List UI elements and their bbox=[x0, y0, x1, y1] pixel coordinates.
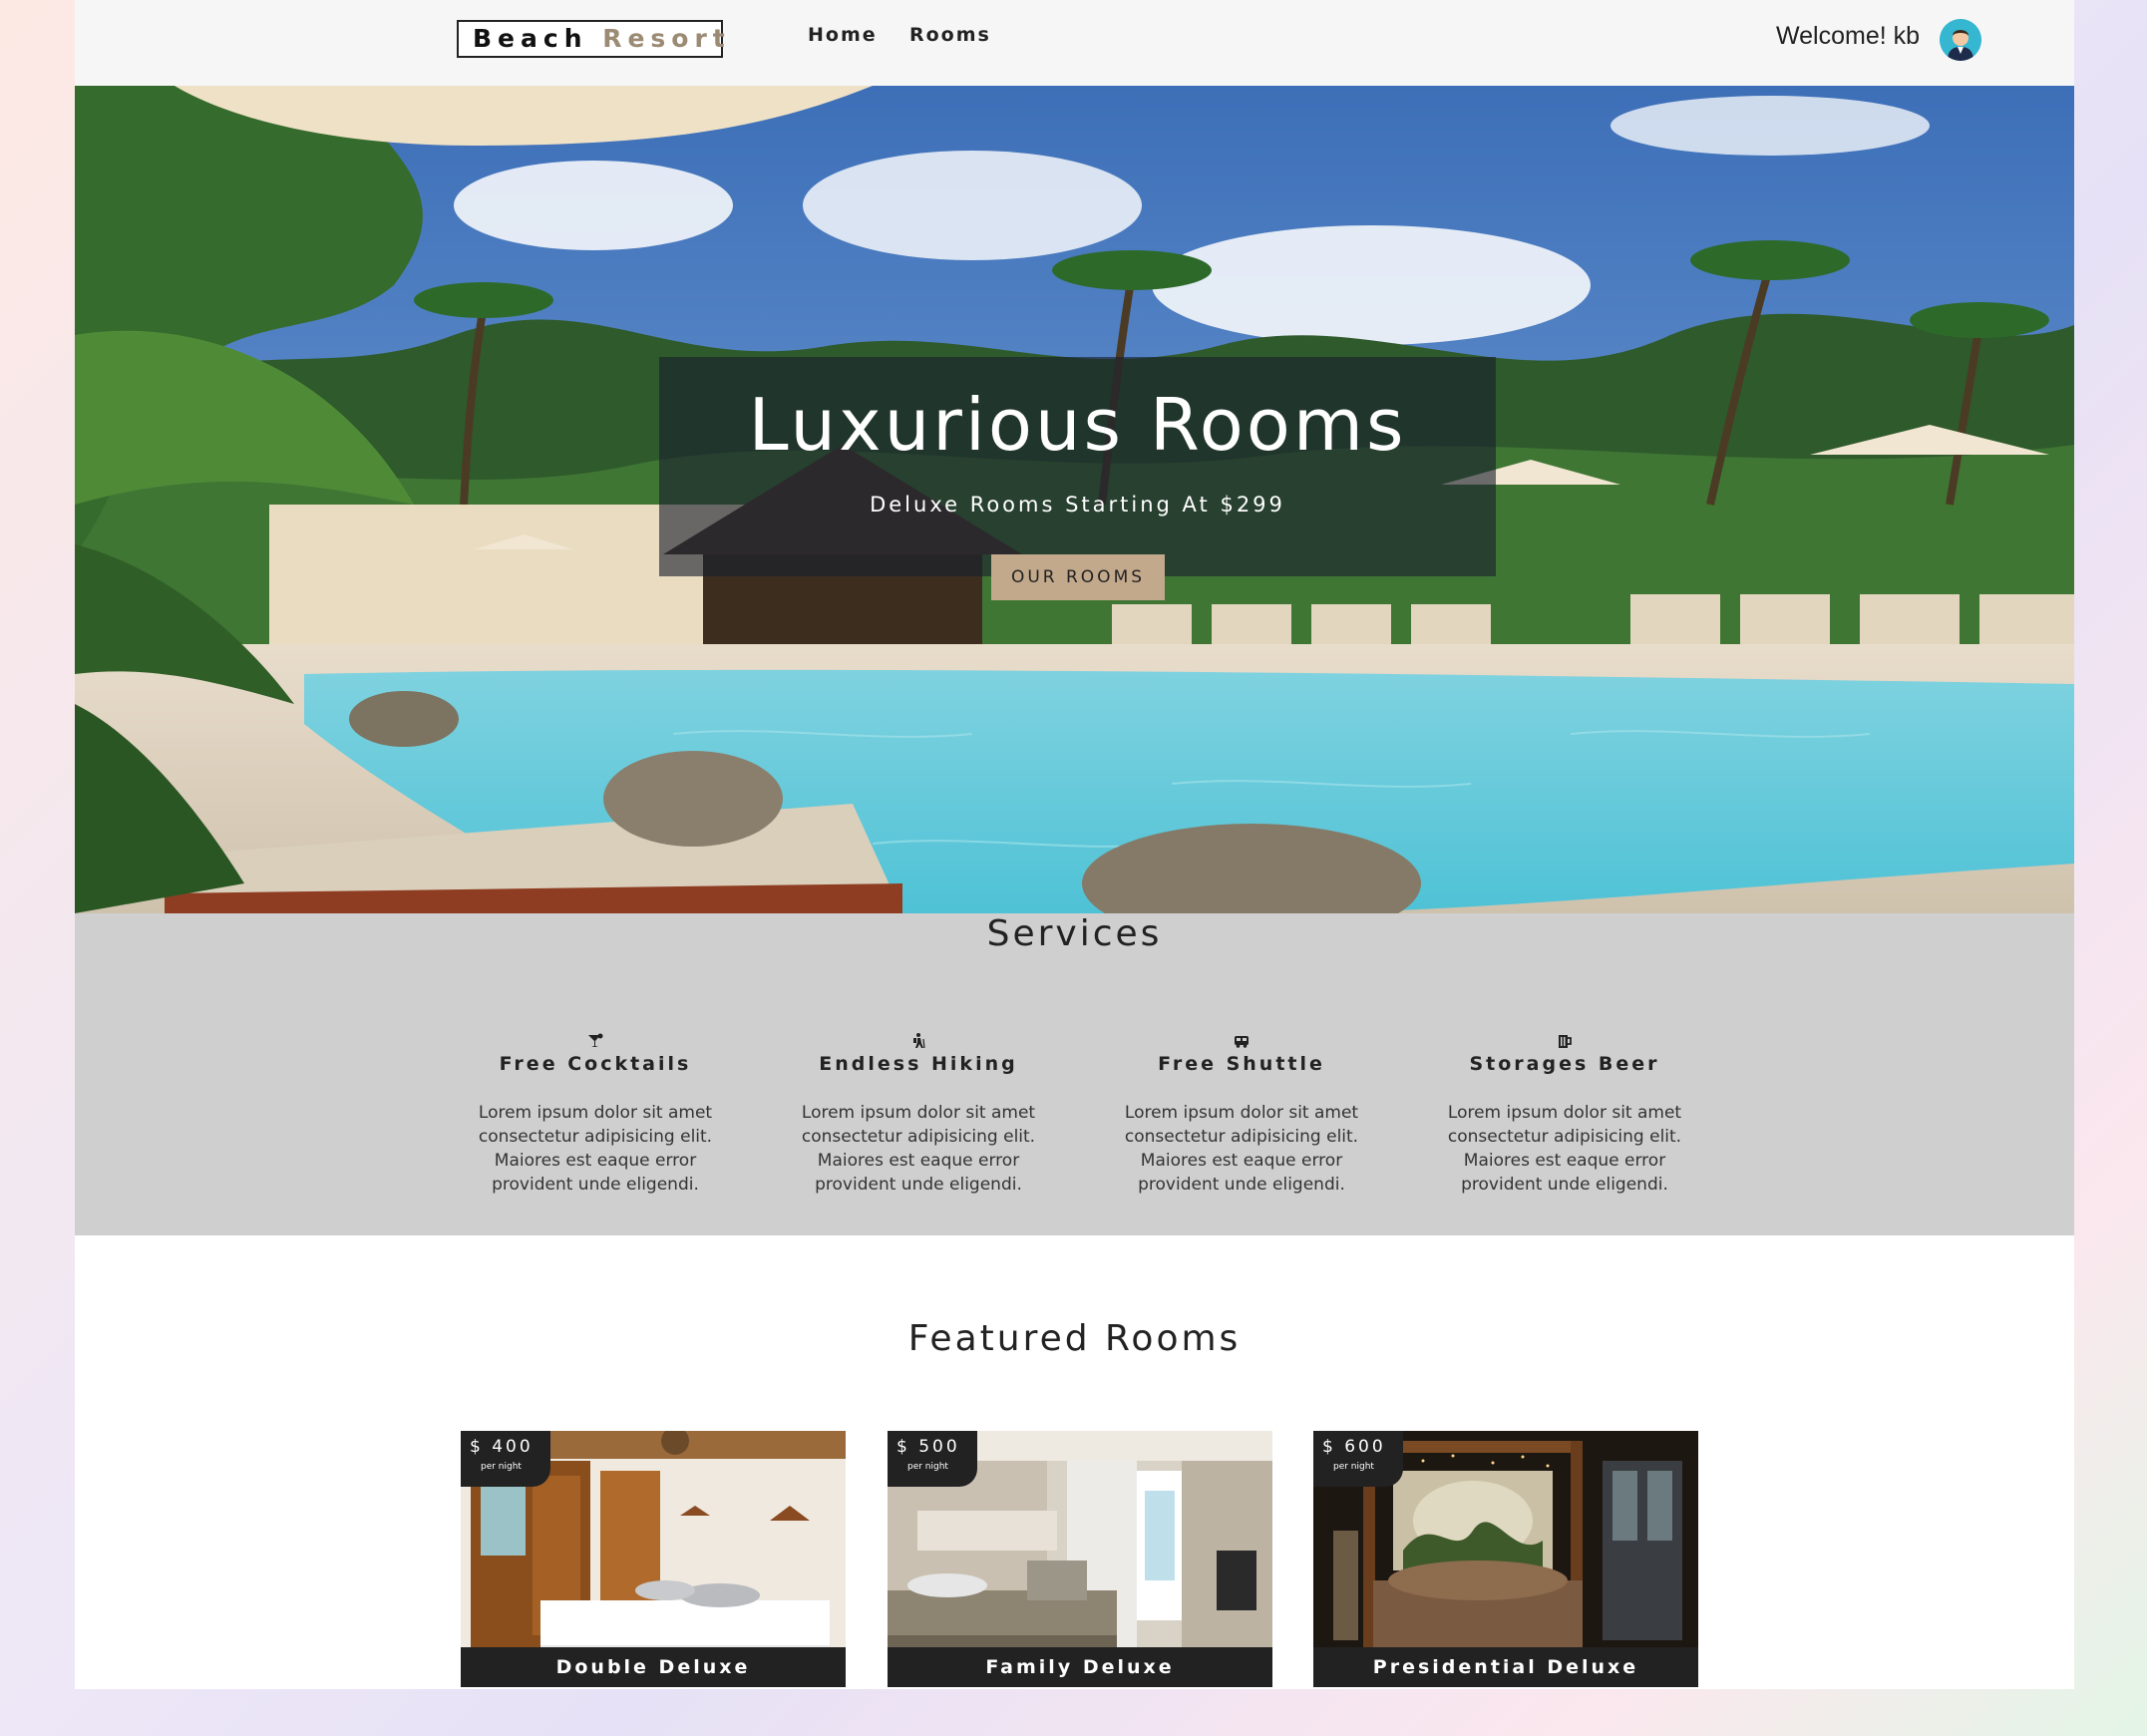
logo[interactable]: Beach Resort bbox=[457, 20, 725, 58]
service-text: Lorem ipsum dolor sit amet consectetur a… bbox=[1447, 1103, 1682, 1195]
shuttle-icon bbox=[1235, 1036, 1249, 1048]
service-name: Endless Hiking bbox=[819, 1053, 1018, 1075]
hero-banner: Luxurious Rooms Deluxe Rooms Starting At… bbox=[659, 357, 1496, 576]
room-name: Presidential Deluxe bbox=[1313, 1647, 1698, 1687]
service-text: Lorem ipsum dolor sit amet consectetur a… bbox=[801, 1103, 1036, 1195]
service-item: Storages Beer Lorem ipsum dolor sit amet… bbox=[1425, 1033, 1704, 1197]
user-avatar-icon[interactable] bbox=[1940, 19, 1981, 61]
room-price: $ 600 bbox=[1322, 1437, 1386, 1457]
logo-accent: Resort bbox=[602, 24, 731, 53]
featured-rooms-title: Featured Rooms bbox=[907, 1318, 1242, 1359]
service-name: Free Shuttle bbox=[1158, 1053, 1325, 1075]
room-card-presidential-deluxe[interactable]: $ 600 per night Presidential Deluxe bbox=[1313, 1431, 1698, 1687]
service-item: Free Shuttle Lorem ipsum dolor sit amet … bbox=[1102, 1033, 1381, 1197]
services-title: Services bbox=[986, 913, 1163, 954]
navbar: Beach Resort Home Rooms Welcome! kb bbox=[75, 0, 2074, 86]
logo-main: Beach bbox=[473, 24, 603, 53]
room-card-double-deluxe[interactable]: $ 400 per night Double Deluxe bbox=[461, 1431, 846, 1687]
beer-icon bbox=[1559, 1035, 1572, 1048]
page: Beach Resort Home Rooms Welcome! kb Luxu… bbox=[75, 0, 2074, 1689]
room-price: $ 500 bbox=[896, 1437, 960, 1457]
cocktail-icon bbox=[588, 1033, 603, 1047]
nav-link-home[interactable]: Home bbox=[808, 24, 878, 46]
service-name: Storages Beer bbox=[1469, 1053, 1660, 1075]
room-name: Double Deluxe bbox=[461, 1647, 846, 1687]
room-price: $ 400 bbox=[470, 1437, 534, 1457]
hero-title: Luxurious Rooms bbox=[748, 383, 1407, 467]
service-name: Free Cocktails bbox=[499, 1053, 692, 1075]
room-price-unit: per night bbox=[1333, 1462, 1374, 1472]
service-item: Free Cocktails Lorem ipsum dolor sit ame… bbox=[456, 1033, 735, 1197]
service-item: Endless Hiking Lorem ipsum dolor sit ame… bbox=[779, 1033, 1058, 1197]
hiking-icon bbox=[913, 1033, 925, 1049]
services-section: Services Free Cocktails Lorem ipsum dolo… bbox=[75, 913, 2074, 1235]
service-text: Lorem ipsum dolor sit amet consectetur a… bbox=[1124, 1103, 1359, 1195]
service-text: Lorem ipsum dolor sit amet consectetur a… bbox=[478, 1103, 713, 1195]
room-name: Family Deluxe bbox=[888, 1647, 1272, 1687]
room-price-unit: per night bbox=[907, 1462, 948, 1472]
hero-section: ="1030" y="545" width="90" height="22"/> bbox=[75, 86, 2074, 913]
room-card-family-deluxe[interactable]: $ 500 per night Family Deluxe bbox=[888, 1431, 1272, 1687]
welcome-text: Welcome! kb bbox=[1776, 22, 1921, 50]
hero-subtitle: Deluxe Rooms Starting At $299 bbox=[870, 493, 1285, 517]
our-rooms-button[interactable]: OUR ROOMS bbox=[991, 554, 1165, 600]
room-price-badge: $ 600 per night bbox=[1313, 1431, 1403, 1487]
room-price-unit: per night bbox=[481, 1462, 522, 1472]
nav-link-rooms[interactable]: Rooms bbox=[909, 24, 991, 46]
room-price-badge: $ 500 per night bbox=[888, 1431, 977, 1487]
room-price-badge: $ 400 per night bbox=[461, 1431, 550, 1487]
